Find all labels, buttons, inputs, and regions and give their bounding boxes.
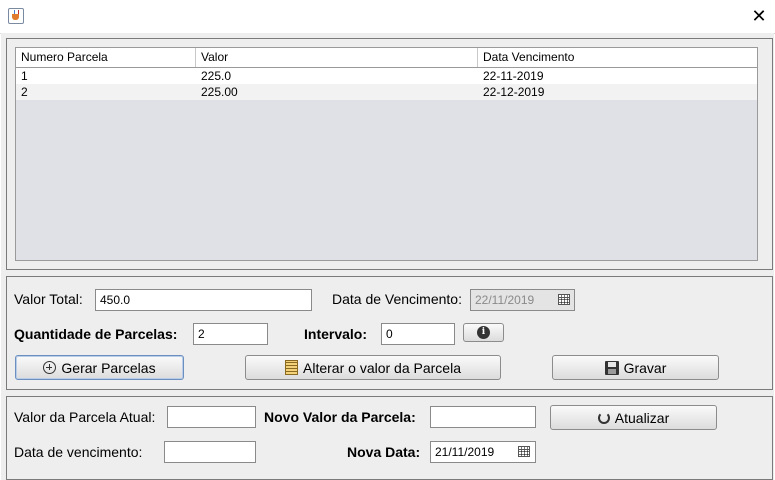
gerar-parcelas-label: Gerar Parcelas bbox=[61, 359, 156, 376]
atualizar-label: Atualizar bbox=[614, 409, 670, 426]
valor-total-label: Valor Total: bbox=[14, 291, 83, 307]
parcelas-form-panel: Valor Total: 450.0 Data de Vencimento: 2… bbox=[6, 276, 773, 390]
table-header: Numero Parcela Valor Data Vencimento bbox=[16, 48, 757, 68]
intervalo-label: Intervalo: bbox=[304, 326, 368, 342]
valor-total-input[interactable]: 450.0 bbox=[95, 289, 312, 311]
refresh-icon bbox=[597, 411, 610, 424]
cell-data: 22-11-2019 bbox=[483, 69, 544, 83]
cell-valor: 225.0 bbox=[201, 69, 232, 83]
info-icon: i bbox=[477, 326, 490, 339]
parcelas-table[interactable]: Numero Parcela Valor Data Vencimento 1 2… bbox=[15, 47, 758, 261]
cell-numero: 1 bbox=[21, 69, 28, 83]
gravar-button[interactable]: Gravar bbox=[552, 355, 719, 380]
column-header-numero[interactable]: Numero Parcela bbox=[16, 48, 196, 67]
atualizar-button[interactable]: Atualizar bbox=[550, 405, 717, 430]
data-vencimento-atual-label: Data de vencimento: bbox=[14, 444, 143, 460]
column-header-data[interactable]: Data Vencimento bbox=[478, 48, 757, 67]
edit-parcela-panel: Valor da Parcela Atual: Novo Valor da Pa… bbox=[6, 396, 773, 480]
gravar-label: Gravar bbox=[623, 359, 667, 376]
floppy-disk-icon bbox=[604, 360, 619, 375]
table-row[interactable]: 1 225.0 22-11-2019 bbox=[16, 68, 757, 84]
cell-numero: 2 bbox=[21, 85, 28, 99]
plus-circle-icon bbox=[43, 361, 57, 374]
notepad-icon bbox=[285, 360, 299, 375]
cell-valor: 225.00 bbox=[201, 85, 238, 99]
quantidade-parcelas-label: Quantidade de Parcelas: bbox=[14, 326, 178, 342]
cell-data: 22-12-2019 bbox=[483, 85, 545, 99]
novo-valor-parcela-input[interactable] bbox=[430, 406, 536, 428]
alterar-valor-button[interactable]: Alterar o valor da Parcela bbox=[245, 355, 501, 380]
calendar-icon bbox=[558, 294, 570, 305]
info-button[interactable]: i bbox=[463, 323, 504, 342]
java-cup-icon bbox=[8, 8, 24, 24]
valor-parcela-atual-input[interactable] bbox=[167, 406, 256, 428]
data-vencimento-label: Data de Vencimento: bbox=[332, 291, 462, 307]
column-header-valor[interactable]: Valor bbox=[196, 48, 478, 67]
alterar-valor-label: Alterar o valor da Parcela bbox=[303, 359, 461, 376]
quantidade-parcelas-input[interactable]: 2 bbox=[193, 323, 268, 345]
close-icon[interactable]: ✕ bbox=[748, 6, 770, 26]
table-panel: Numero Parcela Valor Data Vencimento 1 2… bbox=[6, 38, 773, 270]
window-content: Numero Parcela Valor Data Vencimento 1 2… bbox=[1, 33, 774, 480]
table-row[interactable]: 2 225.00 22-12-2019 bbox=[16, 84, 757, 100]
title-bar: ✕ bbox=[0, 0, 775, 34]
intervalo-input[interactable]: 0 bbox=[381, 323, 455, 345]
calendar-icon[interactable] bbox=[518, 446, 530, 457]
data-vencimento-atual-input[interactable] bbox=[164, 441, 256, 463]
nova-data-label: Nova Data: bbox=[347, 444, 421, 460]
novo-valor-parcela-label: Novo Valor da Parcela: bbox=[264, 409, 416, 425]
gerar-parcelas-button[interactable]: Gerar Parcelas bbox=[15, 355, 184, 380]
valor-parcela-atual-label: Valor da Parcela Atual: bbox=[14, 409, 156, 425]
